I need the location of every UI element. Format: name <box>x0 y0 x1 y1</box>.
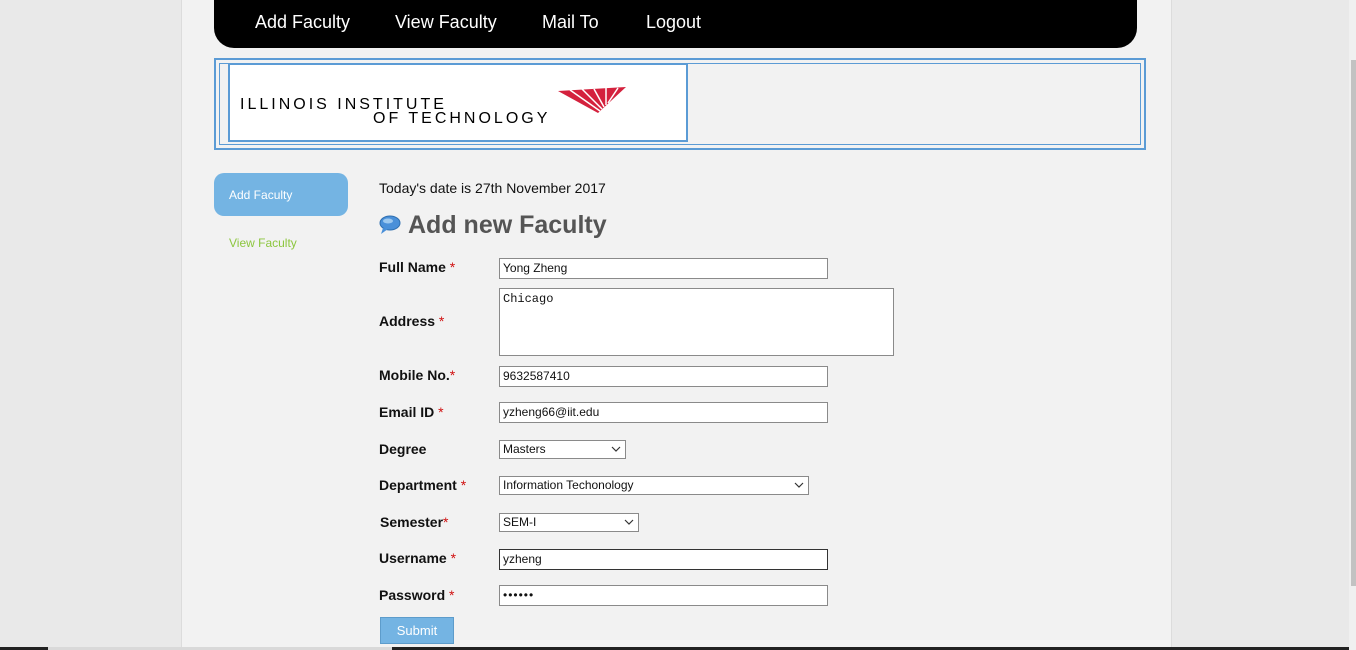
submit-button[interactable]: Submit <box>380 617 454 644</box>
mobile-label-text: Mobile No. <box>379 367 450 383</box>
full-name-label: Full Name * <box>379 259 455 275</box>
email-label: Email ID * <box>379 404 444 420</box>
address-label-text: Address <box>379 313 436 329</box>
semester-label-text: Semester <box>380 514 444 530</box>
department-label: Department * <box>379 477 466 493</box>
degree-label-text: Degree <box>379 441 427 457</box>
address-label: Address * <box>379 313 444 329</box>
required-mark: * <box>460 477 467 493</box>
mobile-label: Mobile No.* <box>379 367 455 383</box>
chevron-down-icon <box>624 519 634 525</box>
iit-logo: ILLINOIS INSTITUTE OF TECHNOLOGY <box>228 63 688 142</box>
nav-view-faculty[interactable]: View Faculty <box>395 12 497 33</box>
address-textarea[interactable]: Chicago <box>499 288 894 356</box>
nav-mail-to[interactable]: Mail To <box>542 12 599 33</box>
sidebar-item-add-faculty[interactable]: Add Faculty <box>214 173 348 216</box>
date-text: Today's date is 27th November 2017 <box>379 180 606 196</box>
password-label-text: Password <box>379 587 446 603</box>
page-title: Add new Faculty <box>408 211 607 239</box>
nav-add-faculty[interactable]: Add Faculty <box>255 12 350 33</box>
mobile-input[interactable]: 9632587410 <box>499 366 828 387</box>
degree-label: Degree <box>379 441 426 457</box>
required-mark: * <box>449 587 455 603</box>
logo-red-mark-icon <box>558 87 626 113</box>
semester-select[interactable]: SEM-I <box>499 513 639 532</box>
degree-select[interactable]: Masters <box>499 440 626 459</box>
chevron-down-icon <box>611 446 621 452</box>
department-label-text: Department <box>379 477 457 493</box>
email-label-text: Email ID <box>379 404 435 420</box>
username-input[interactable]: yzheng <box>499 549 828 570</box>
top-navbar: Add Faculty View Faculty Mail To Logout <box>214 0 1137 48</box>
semester-selected-value: SEM-I <box>503 515 537 529</box>
required-mark: * <box>438 313 445 329</box>
password-label: Password * <box>379 587 454 603</box>
full-name-label-text: Full Name <box>379 259 446 275</box>
username-label-text: Username <box>379 550 447 566</box>
required-mark: * <box>449 367 456 383</box>
header-banner: ILLINOIS INSTITUTE OF TECHNOLOGY <box>214 58 1146 150</box>
department-selected-value: Information Techonology <box>503 478 634 492</box>
nav-logout[interactable]: Logout <box>646 12 701 33</box>
required-mark: * <box>438 404 444 420</box>
degree-selected-value: Masters <box>503 442 546 456</box>
sidebar-item-view-faculty[interactable]: View Faculty <box>229 236 297 250</box>
semester-label: Semester* <box>380 514 449 530</box>
speech-bubble-icon <box>379 215 401 234</box>
required-mark: * <box>450 550 457 566</box>
chevron-down-icon <box>794 482 804 488</box>
scrollbar-thumb[interactable] <box>1351 60 1356 586</box>
logo-line2: OF TECHNOLOGY <box>373 110 551 127</box>
username-label: Username * <box>379 550 456 566</box>
email-input[interactable]: yzheng66@iit.edu <box>499 402 828 423</box>
password-input[interactable]: •••••• <box>499 585 828 606</box>
required-mark: * <box>449 259 456 275</box>
required-mark: * <box>443 514 449 530</box>
department-select[interactable]: Information Techonology <box>499 476 809 495</box>
full-name-input[interactable]: Yong Zheng <box>499 258 828 279</box>
